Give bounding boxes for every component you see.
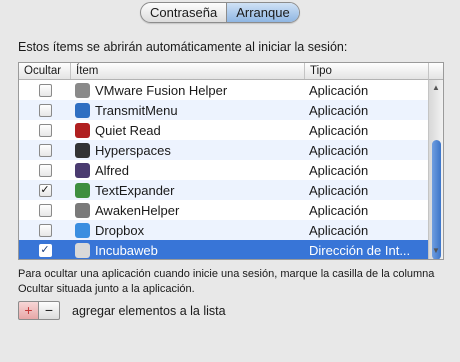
item-cell: Quiet Read: [71, 122, 305, 138]
hide-checkbox[interactable]: [38, 223, 52, 237]
hide-cell: [19, 163, 71, 177]
item-type: Aplicación: [309, 102, 369, 118]
scroll-up-arrow-icon[interactable]: ▲: [429, 81, 443, 95]
hide-checkbox[interactable]: [38, 83, 52, 97]
intro-text: Estos ítems se abrirán automáticamente a…: [18, 40, 348, 54]
remove-item-button[interactable]: −: [39, 301, 60, 320]
column-header-type[interactable]: Tipo: [305, 63, 429, 79]
table-row[interactable]: Hyperspaces Aplicación: [19, 140, 429, 160]
table-row[interactable]: VMware Fusion Helper Aplicación: [19, 80, 429, 100]
help-text: Para ocultar una aplicación cuando inici…: [18, 268, 435, 295]
hyperspaces-icon: [75, 142, 90, 158]
tab-contrasena[interactable]: Contraseña: [141, 3, 226, 22]
table-rows: VMware Fusion Helper Aplicación TransmitMe…: [19, 80, 429, 259]
table-header: Ocultar Ítem Tipo: [19, 63, 429, 80]
webloc-icon: [75, 242, 90, 258]
item-cell: Hyperspaces: [71, 142, 305, 158]
tab-bar: Contraseña Arranque: [140, 2, 300, 23]
add-item-button[interactable]: +: [18, 301, 39, 320]
hide-cell: [19, 123, 71, 137]
item-name: TextExpander: [95, 182, 175, 198]
scroll-thumb[interactable]: [432, 140, 441, 259]
column-header-hide[interactable]: Ocultar: [19, 63, 71, 79]
item-type: Aplicación: [309, 162, 369, 178]
item-name: TransmitMenu: [95, 102, 178, 118]
item-cell: Incubaweb: [71, 242, 305, 258]
item-name: Hyperspaces: [95, 142, 171, 158]
hide-cell: [19, 143, 71, 157]
table-row[interactable]: Dropbox Aplicación: [19, 220, 429, 240]
hide-checkbox[interactable]: [38, 143, 52, 157]
quietread-icon: [75, 122, 90, 138]
item-type: Aplicación: [309, 222, 369, 238]
item-name: Quiet Read: [95, 122, 161, 138]
item-cell: Dropbox: [71, 222, 305, 238]
scroll-down-arrow-icon[interactable]: ▼: [429, 244, 443, 258]
hide-checkbox[interactable]: [38, 103, 52, 117]
item-type: Aplicación: [309, 182, 369, 198]
hide-checkbox[interactable]: ✓: [38, 183, 52, 197]
hide-checkbox[interactable]: ✓: [38, 243, 52, 257]
table-row[interactable]: Quiet Read Aplicación: [19, 120, 429, 140]
item-cell: TransmitMenu: [71, 102, 305, 118]
hide-checkbox[interactable]: [38, 203, 52, 217]
item-name: VMware Fusion Helper: [95, 82, 228, 98]
item-cell: AwakenHelper: [71, 202, 305, 218]
column-header-item[interactable]: Ítem: [71, 63, 305, 79]
textexpander-icon: [75, 182, 90, 198]
transmit-icon: [75, 102, 90, 118]
table-row[interactable]: TransmitMenu Aplicación: [19, 100, 429, 120]
item-name: AwakenHelper: [95, 202, 180, 218]
item-cell: Alfred: [71, 162, 305, 178]
table-row[interactable]: AwakenHelper Aplicación: [19, 200, 429, 220]
item-type: Aplicación: [309, 122, 369, 138]
table-row[interactable]: ✓ TextExpander Aplicación: [19, 180, 429, 200]
hide-checkbox[interactable]: [38, 123, 52, 137]
hide-cell: [19, 83, 71, 97]
add-items-label: agregar elementos a la lista: [72, 304, 226, 318]
table-row[interactable]: Alfred Aplicación: [19, 160, 429, 180]
vmware-icon: [75, 82, 90, 98]
dropbox-icon: [75, 222, 90, 238]
header-corner: [428, 63, 443, 80]
item-cell: TextExpander: [71, 182, 305, 198]
login-items-table: Ocultar Ítem Tipo VMware Fusion Helper Ap…: [18, 62, 444, 260]
alfred-icon: [75, 162, 90, 178]
vertical-scrollbar[interactable]: ▲ ▼: [428, 80, 443, 259]
item-name: Incubaweb: [95, 242, 158, 258]
add-remove-buttons: + −: [18, 301, 60, 320]
table-row[interactable]: ✓ Incubaweb Dirección de Int...: [19, 240, 429, 259]
item-type: Aplicación: [309, 202, 369, 218]
hide-cell: [19, 103, 71, 117]
hide-cell: [19, 223, 71, 237]
hide-cell: ✓: [19, 243, 71, 257]
hide-cell: [19, 203, 71, 217]
tab-arranque[interactable]: Arranque: [226, 3, 299, 22]
item-type: Dirección de Int...: [309, 242, 411, 258]
hide-checkbox[interactable]: [38, 163, 52, 177]
awaken-icon: [75, 202, 90, 218]
item-name: Dropbox: [95, 222, 145, 238]
item-name: Alfred: [95, 162, 129, 178]
hide-cell: ✓: [19, 183, 71, 197]
item-type: Aplicación: [309, 82, 369, 98]
item-type: Aplicación: [309, 142, 369, 158]
item-cell: VMware Fusion Helper: [71, 82, 305, 98]
